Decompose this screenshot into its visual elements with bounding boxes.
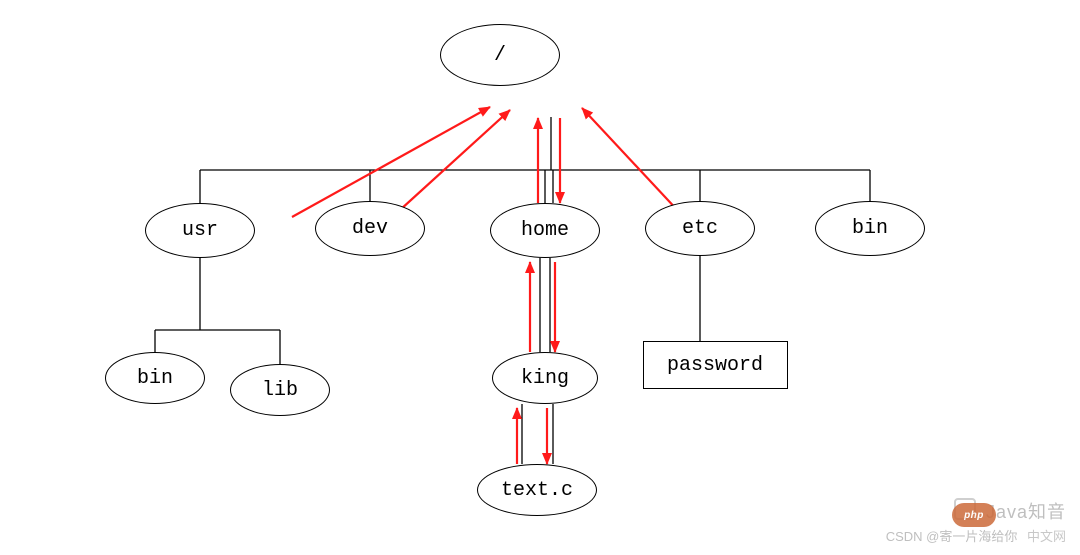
wechat-icon <box>954 498 976 520</box>
flow-arrow <box>582 108 680 213</box>
diagram-canvas: / usr dev home etc bin bin lib king password text.… <box>0 0 1080 555</box>
watermark-line2: CSDN @寄一片海给你 中文网 <box>886 526 1066 545</box>
node-label: lib <box>262 379 298 402</box>
node-bin: bin <box>105 352 205 404</box>
node-label: etc <box>682 217 718 240</box>
watermark-line1: Java知音 <box>886 498 1066 524</box>
node-label: bin <box>137 367 173 390</box>
watermark: php Java知音 CSDN @寄一片海给你 中文网 <box>886 498 1066 545</box>
node-label: dev <box>352 217 388 240</box>
node-usr: usr <box>145 203 255 258</box>
node-text: text.c <box>477 464 597 516</box>
node-dev: dev <box>315 201 425 256</box>
node-root: / <box>440 24 560 86</box>
php-badge-icon: php <box>952 503 996 527</box>
node-etc: etc <box>645 201 755 256</box>
node-label: / <box>494 44 506 67</box>
node-bin2: bin <box>815 201 925 256</box>
node-king: king <box>492 352 598 404</box>
node-label: bin <box>852 217 888 240</box>
node-label: password <box>667 354 763 377</box>
node-label: home <box>521 219 569 242</box>
php-badge-text: php <box>964 510 984 521</box>
flow-arrow <box>400 110 510 210</box>
node-pass: password <box>643 341 788 389</box>
node-home: home <box>490 203 600 258</box>
node-lib: lib <box>230 364 330 416</box>
node-label: usr <box>182 219 218 242</box>
flow-arrow <box>292 107 490 217</box>
node-label: text.c <box>501 479 573 502</box>
node-label: king <box>521 367 569 390</box>
